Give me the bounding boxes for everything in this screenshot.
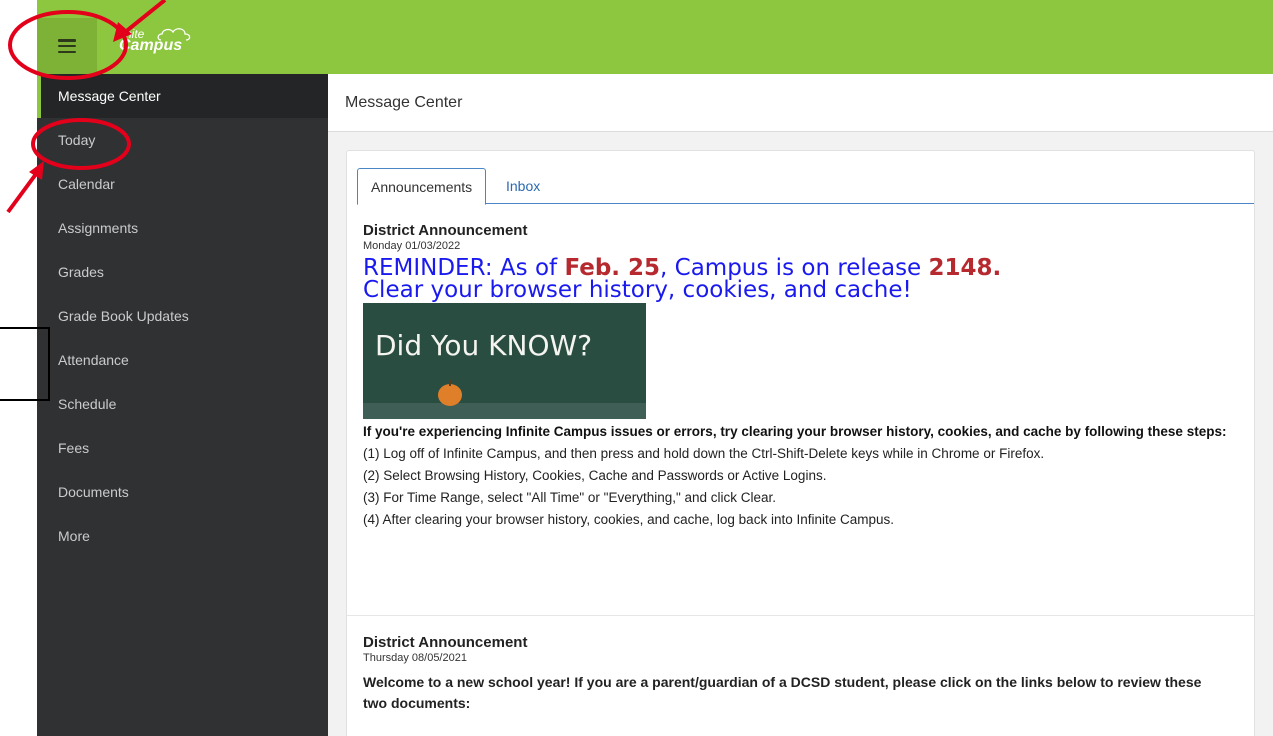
main-content: Message Center Announcements Inbox Distr…	[328, 74, 1273, 736]
divider	[347, 615, 1254, 616]
headline-line-2: Clear your browser history, cookies, and…	[363, 277, 912, 303]
menu-button[interactable]	[37, 18, 97, 74]
cloud-logo-icon	[157, 28, 191, 41]
apple-icon	[438, 384, 462, 406]
announcement-title: District Announcement	[363, 634, 528, 651]
message-card: Announcements Inbox District Announcemen…	[346, 150, 1255, 736]
announcement-date: Monday 01/03/2022	[363, 240, 461, 252]
instructions-lead: If you're experiencing Infinite Campus i…	[363, 424, 1227, 439]
page: finite Campus Message Center Today Calen…	[0, 0, 1273, 736]
tab-bar: Announcements Inbox	[357, 168, 1254, 205]
announcement-1: District Announcement Monday 01/03/2022 …	[363, 222, 1248, 531]
welcome-text: Welcome to a new school year! If you are…	[363, 674, 1202, 711]
sidebar-item-fees[interactable]: Fees	[37, 426, 328, 470]
sidebar-item-message-center[interactable]: Message Center	[37, 74, 328, 118]
sidebar-item-schedule[interactable]: Schedule	[37, 382, 328, 426]
sidebar-item-attendance[interactable]: Attendance	[37, 338, 328, 382]
top-bar: finite Campus	[37, 0, 1273, 74]
sidebar-item-assignments[interactable]: Assignments	[37, 206, 328, 250]
step-1: (1) Log off of Infinite Campus, and then…	[363, 446, 1045, 461]
reminder-headline: REMINDER: As of Feb. 25, Campus is on re…	[363, 255, 1248, 303]
step-4: (4) After clearing your browser history,…	[363, 512, 895, 527]
tab-inbox[interactable]: Inbox	[493, 168, 553, 204]
sidebar-item-calendar[interactable]: Calendar	[37, 162, 328, 206]
announcement-title: District Announcement	[363, 222, 528, 239]
announcement-2: District Announcement Thursday 08/05/202…	[363, 634, 1248, 714]
annotation-box	[0, 327, 50, 401]
sidebar-item-more[interactable]: More	[37, 514, 328, 558]
step-2: (2) Select Browsing History, Cookies, Ca…	[363, 468, 827, 483]
hamburger-icon	[58, 39, 76, 53]
instructions: If you're experiencing Infinite Campus i…	[363, 421, 1248, 531]
step-3: (3) For Time Range, select "All Time" or…	[363, 490, 777, 505]
sidebar-item-grades[interactable]: Grades	[37, 250, 328, 294]
image-caption: Did You KNOW?	[375, 329, 592, 362]
did-you-know-image: Did You KNOW?	[363, 303, 646, 419]
announcement-date: Thursday 08/05/2021	[363, 652, 467, 664]
sidebar-item-grade-book-updates[interactable]: Grade Book Updates	[37, 294, 328, 338]
infinite-campus-logo[interactable]: finite Campus	[119, 28, 191, 54]
sidebar: Message Center Today Calendar Assignment…	[37, 74, 328, 736]
sidebar-item-documents[interactable]: Documents	[37, 470, 328, 514]
sidebar-item-today[interactable]: Today	[37, 118, 328, 162]
tab-announcements[interactable]: Announcements	[357, 168, 487, 205]
headline-release: 2148.	[928, 255, 1002, 281]
page-title: Message Center	[328, 74, 1273, 132]
